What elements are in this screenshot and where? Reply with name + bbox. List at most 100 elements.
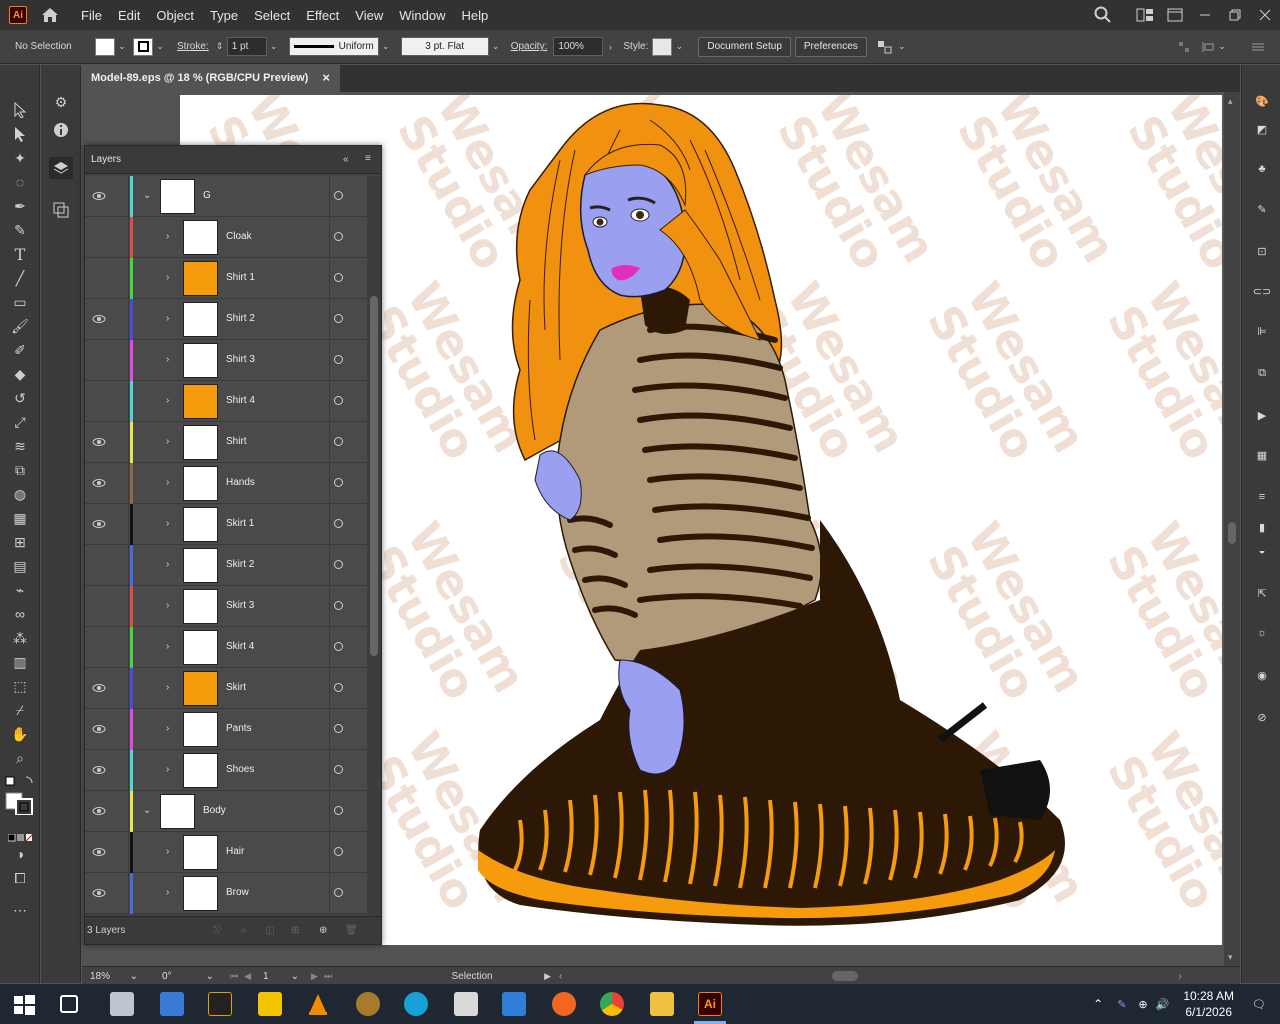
stroke-weight-dropdown[interactable]: ⌄ [267,38,281,56]
stroke-swatch[interactable] [133,37,153,56]
perspective-grid-icon[interactable]: ▦ [8,507,32,529]
graph-tool-icon[interactable]: ▥ [8,651,32,673]
scale-tool-icon[interactable]: ⤢ [8,411,32,433]
chevron-right-icon[interactable]: › [166,272,176,284]
visibility-eye-icon[interactable] [92,435,106,449]
color-guide-icon[interactable]: ◩ [1251,119,1273,139]
lock-toggle[interactable] [109,545,129,586]
scroll-up-icon[interactable]: ▴ [1228,96,1233,107]
target-icon[interactable] [334,232,343,241]
chevron-right-icon[interactable]: › [166,559,176,571]
layer-name[interactable]: Shirt 3 [226,354,255,365]
visibility-eye-icon[interactable] [92,886,106,900]
chevron-right-icon[interactable]: › [166,313,176,325]
layer-row[interactable]: › Shirt 3 [85,340,367,381]
taskbar-app-7[interactable] [404,992,428,1016]
lock-toggle[interactable] [109,586,129,627]
layer-name[interactable]: Skirt 3 [226,600,254,611]
lasso-icon[interactable]: ◌ [8,171,32,193]
stroke-label[interactable]: Stroke: [177,41,209,52]
grid-panel-icon[interactable]: ▦ [1251,445,1273,465]
system-clock[interactable]: 10:28 AM 6/1/2026 [1183,988,1234,1020]
target-icon[interactable] [334,396,343,405]
rectangle-tool-icon[interactable]: ▭ [8,291,32,313]
file-explorer-icon[interactable] [650,992,674,1016]
taskbar-app-2[interactable] [160,992,184,1016]
lock-toggle[interactable] [109,832,129,873]
rotation-dropdown-icon[interactable]: ⌄ [206,971,214,982]
properties-icon[interactable]: ⚙ [49,91,73,113]
illustrator-taskbar-icon[interactable]: Ai [698,992,722,1016]
layer-name[interactable]: Shoes [226,764,254,775]
target-icon[interactable] [334,683,343,692]
eraser-icon[interactable]: ◆ [8,363,32,385]
visibility-toggle[interactable] [92,640,106,654]
chevron-right-icon[interactable]: › [166,641,176,653]
symbol-sprayer-icon[interactable]: ⁂ [8,627,32,649]
lock-toggle[interactable] [109,627,129,668]
layers-title[interactable]: Layers [91,154,121,165]
layer-row[interactable]: › Skirt 1 [85,504,367,545]
lock-toggle[interactable] [109,709,129,750]
visibility-eye-icon[interactable] [92,804,106,818]
lock-toggle[interactable] [109,299,129,340]
visibility-toggle[interactable] [92,353,106,367]
style-swatch[interactable] [652,37,673,56]
close-tab-icon[interactable]: × [322,70,330,85]
eyedropper-icon[interactable]: ⌁ [8,579,32,601]
delete-layer-icon[interactable]: 🗑 [345,925,358,936]
windows-start-icon[interactable] [12,992,36,1016]
export-assets-icon[interactable]: ⎋ [213,925,221,936]
rotation-field[interactable]: 0° ⌄ [158,968,218,984]
visibility-eye-icon[interactable] [92,517,106,531]
menu-window[interactable]: Window [391,8,453,23]
layer-row[interactable]: › Shirt 2 [85,299,367,340]
chevron-right-icon[interactable]: › [166,723,176,735]
layer-name[interactable]: Shirt 1 [226,272,255,283]
blend-tool-icon[interactable]: ∞ [8,603,32,625]
tray-expand-icon[interactable]: ⌃ [1093,997,1103,1011]
zoom-tool-icon[interactable]: ⌕ [8,747,32,769]
stroke-profile-select[interactable]: Uniform [288,37,379,56]
visibility-eye-icon[interactable] [92,189,106,203]
free-transform-icon[interactable]: ⧉ [8,459,32,481]
preferences-button[interactable]: Preferences [794,36,867,57]
artboard-tool-icon[interactable]: ⬚ [8,675,32,697]
layer-row[interactable]: › Skirt 2 [85,545,367,586]
chevron-right-icon[interactable]: › [166,231,176,243]
transform-icon[interactable] [1200,38,1216,56]
lock-toggle[interactable] [109,422,129,463]
chevron-right-icon[interactable]: › [166,764,176,776]
visibility-eye-icon[interactable] [92,845,106,859]
taskbar-player-icon[interactable] [258,992,282,1016]
target-icon[interactable] [334,847,343,856]
visibility-toggle[interactable] [92,230,106,244]
target-icon[interactable] [334,478,343,487]
menu-effect[interactable]: Effect [298,8,347,23]
target-icon[interactable] [334,314,343,323]
warp-tool-icon[interactable]: ≋ [8,435,32,457]
document-setup-button[interactable]: Document Setup [698,36,791,57]
appearance-icon[interactable]: ☼ [1251,623,1273,643]
libraries-icon[interactable]: ⊘ [1251,707,1273,727]
target-icon[interactable] [334,642,343,651]
mesh-tool-icon[interactable]: ⊞ [8,531,32,553]
visibility-eye-icon[interactable] [92,681,106,695]
scroll-down-icon[interactable]: ▾ [1228,952,1233,963]
layer-row[interactable]: › Skirt 4 [85,627,367,668]
layer-name[interactable]: Body [203,805,226,816]
lock-toggle[interactable] [109,791,129,832]
new-layer-icon[interactable]: ⊕ [319,925,327,936]
shape-builder-icon[interactable]: ◍ [8,483,32,505]
vlc-icon[interactable] [306,992,330,1016]
target-icon[interactable] [334,355,343,364]
layers-scroll-thumb[interactable] [370,296,378,656]
transparency-icon[interactable]: ◒ [1251,541,1273,561]
target-icon[interactable] [334,560,343,569]
opacity-label[interactable]: Opacity: [511,41,548,52]
chevron-right-icon[interactable]: › [166,395,176,407]
layer-name[interactable]: Shirt 4 [226,395,255,406]
layer-row[interactable]: › Hands [85,463,367,504]
target-icon[interactable] [334,765,343,774]
home-icon[interactable] [39,4,61,26]
